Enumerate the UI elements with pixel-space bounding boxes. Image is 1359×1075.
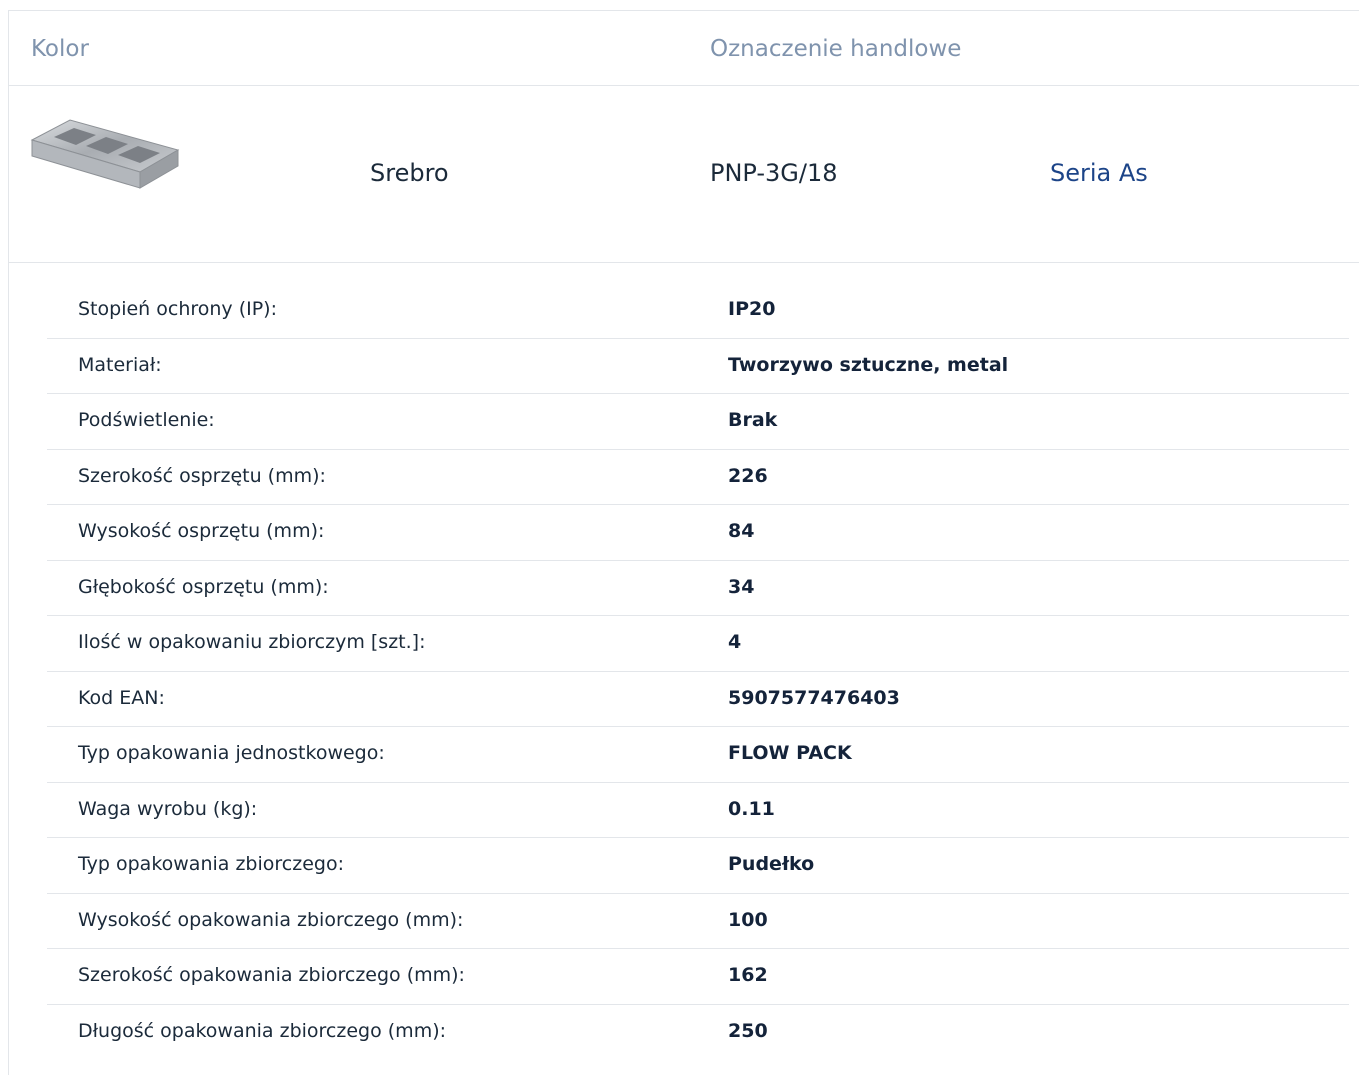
spec-value: Pudełko — [728, 853, 815, 875]
spec-row: Typ opakowania jednostkowego: FLOW PACK — [47, 727, 1349, 783]
spec-value: Tworzywo sztuczne, metal — [728, 353, 1009, 376]
trade-name-value: PNP-3G/18 — [710, 159, 838, 187]
spec-row: Wysokość opakowania zbiorczego (mm): 100 — [47, 894, 1349, 949]
spec-value: 226 — [728, 464, 768, 487]
spec-label: Szerokość osprzętu (mm): — [78, 464, 326, 487]
spec-row: Waga wyrobu (kg): 0.11 — [47, 783, 1349, 838]
specifications-table: Stopień ochrony (IP): IP20 Materiał: Tworz… — [47, 283, 1349, 1060]
spec-value: FLOW PACK — [728, 742, 852, 764]
spec-value: 162 — [728, 964, 768, 986]
spec-label: Typ opakowania jednostkowego: — [78, 742, 385, 764]
spec-row: Podświetlenie: Brak — [47, 394, 1349, 450]
spec-value: 100 — [728, 908, 768, 931]
spec-value: 84 — [728, 520, 755, 542]
spec-row: Stopień ochrony (IP): IP20 — [47, 283, 1349, 339]
spec-label: Materiał: — [78, 353, 162, 376]
spec-value: 4 — [728, 631, 742, 653]
spec-row: Szerokość osprzętu (mm): 226 — [47, 450, 1349, 505]
spec-row: Kod EAN: 5907577476403 — [47, 672, 1349, 727]
product-row: Srebro PNP-3G/18 Seria As — [8, 86, 1359, 263]
spec-value: 5907577476403 — [728, 686, 900, 709]
spec-label: Waga wyrobu (kg): — [78, 797, 258, 820]
color-value: Srebro — [370, 159, 449, 187]
spec-value: IP20 — [728, 298, 776, 320]
spec-label: Podświetlenie: — [78, 409, 215, 431]
spec-row: Wysokość osprzętu (mm): 84 — [47, 505, 1349, 561]
spec-label: Wysokość opakowania zbiorczego (mm): — [78, 908, 464, 931]
spec-row: Szerokość opakowania zbiorczego (mm): 162 — [47, 949, 1349, 1005]
spec-row: Długość opakowania zbiorczego (mm): 250 — [47, 1005, 1349, 1061]
table-header: Kolor Oznaczenie handlowe — [8, 10, 1359, 86]
spec-row: Głębokość osprzętu (mm): 34 — [47, 561, 1349, 616]
spec-row: Ilość w opakowaniu zbiorczym [szt.]: 4 — [47, 616, 1349, 672]
spec-value: 250 — [728, 1019, 768, 1042]
spec-label: Głębokość osprzętu (mm): — [78, 575, 329, 598]
spec-value: 0.11 — [728, 797, 775, 820]
spec-label: Wysokość osprzętu (mm): — [78, 520, 325, 542]
spec-label: Typ opakowania zbiorczego: — [78, 853, 344, 875]
series-link[interactable]: Seria As — [1050, 159, 1148, 187]
product-image — [30, 119, 180, 189]
spec-value: Brak — [728, 409, 778, 431]
color-column-header: Kolor — [31, 36, 89, 62]
spec-label: Długość opakowania zbiorczego (mm): — [78, 1019, 447, 1042]
spec-label: Ilość w opakowaniu zbiorczym [szt.]: — [78, 631, 426, 653]
spec-row: Typ opakowania zbiorczego: Pudełko — [47, 838, 1349, 894]
spec-row: Materiał: Tworzywo sztuczne, metal — [47, 339, 1349, 394]
spec-label: Kod EAN: — [78, 686, 165, 709]
spec-label: Szerokość opakowania zbiorczego (mm): — [78, 964, 465, 986]
spec-value: 34 — [728, 575, 755, 598]
spec-label: Stopień ochrony (IP): — [78, 298, 277, 320]
trade-name-column-header: Oznaczenie handlowe — [710, 36, 962, 62]
